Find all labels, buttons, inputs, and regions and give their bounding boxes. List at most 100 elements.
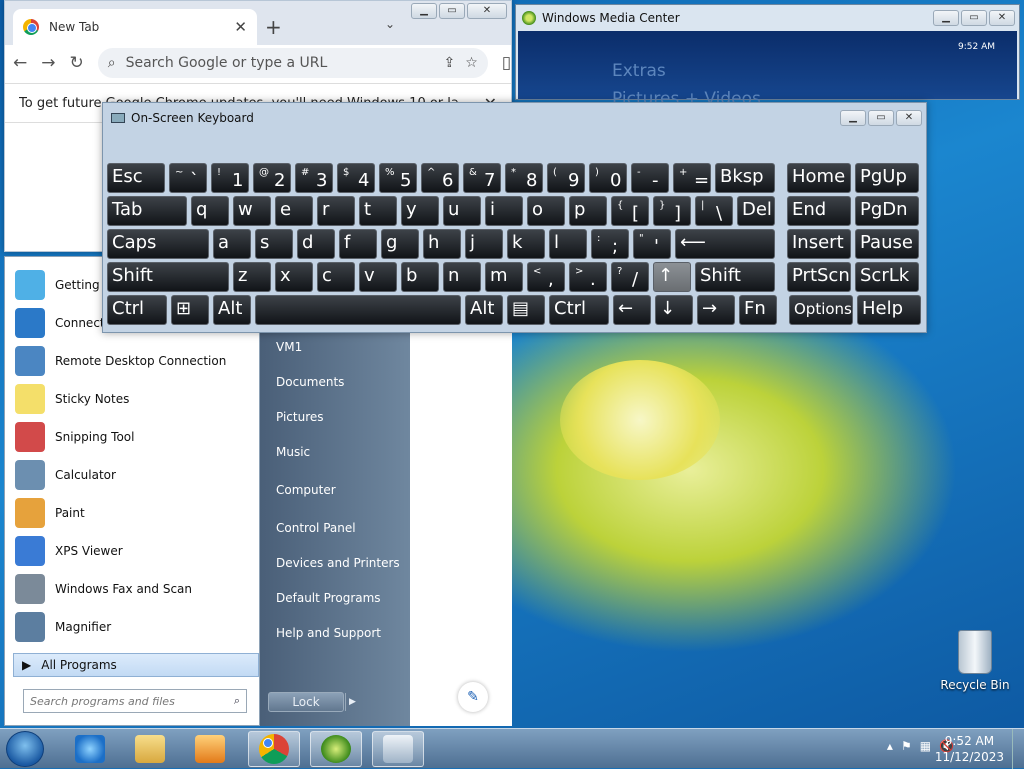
osk-key[interactable]: ▤ xyxy=(507,295,545,325)
start-right-item[interactable]: Control Panel xyxy=(276,521,356,535)
bookmark-star-icon[interactable]: ☆ xyxy=(465,55,478,71)
osk-key[interactable]: Help xyxy=(857,295,921,325)
osk-key[interactable]: f xyxy=(339,229,377,259)
osk-key[interactable]: v xyxy=(359,262,397,292)
action-center-icon[interactable]: ⚑ xyxy=(901,739,912,753)
osk-key[interactable]: PgDn xyxy=(855,196,919,226)
maximize-button[interactable]: ▭ xyxy=(868,110,894,126)
tab-search-icon[interactable]: ⌄ xyxy=(385,17,395,31)
start-program-item[interactable]: Sticky Notes xyxy=(15,381,129,417)
osk-key[interactable]: ⊞ xyxy=(171,295,209,325)
taskbar-osk[interactable] xyxy=(372,731,424,767)
osk-key[interactable]: -- xyxy=(631,163,669,193)
osk-key[interactable]: g xyxy=(381,229,419,259)
close-button[interactable]: ✕ xyxy=(989,10,1015,26)
osk-key[interactable]: & 7 xyxy=(463,163,501,193)
osk-key[interactable]: s xyxy=(255,229,293,259)
osk-key[interactable]: y xyxy=(401,196,439,226)
osk-key[interactable]: % 5 xyxy=(379,163,417,193)
start-program-item[interactable]: Magnifier xyxy=(15,609,111,645)
osk-key[interactable]: + = xyxy=(673,163,711,193)
osk-key[interactable]: Options xyxy=(789,295,853,325)
osk-key[interactable]: h xyxy=(423,229,461,259)
osk-key[interactable]: q xyxy=(191,196,229,226)
osk-key[interactable]: Pause xyxy=(855,229,919,259)
start-program-item[interactable]: Snipping Tool xyxy=(15,419,134,455)
shutdown-options-arrow-icon[interactable]: ▶ xyxy=(345,693,359,711)
osk-key[interactable]: Bksp xyxy=(715,163,775,193)
osk-key[interactable]: ← xyxy=(613,295,651,325)
osk-key[interactable]: Esc xyxy=(107,163,165,193)
start-program-item[interactable]: XPS Viewer xyxy=(15,533,123,569)
close-button[interactable]: ✕ xyxy=(896,110,922,126)
osk-key[interactable]: c xyxy=(317,262,355,292)
forward-icon[interactable]: → xyxy=(41,53,55,73)
osk-key[interactable]: a xyxy=(213,229,251,259)
start-right-item[interactable]: Music xyxy=(276,445,310,459)
taskbar-ie[interactable] xyxy=(64,731,116,767)
start-right-item[interactable]: Pictures xyxy=(276,410,324,424)
network-icon[interactable]: ▦ xyxy=(920,739,931,753)
osk-key[interactable]: ScrLk xyxy=(855,262,919,292)
start-right-item[interactable]: VM1 xyxy=(276,340,302,354)
back-icon[interactable]: ← xyxy=(13,53,27,73)
osk-key[interactable]: ↓ xyxy=(655,295,693,325)
osk-key[interactable]: x xyxy=(275,262,313,292)
start-right-item[interactable]: Computer xyxy=(276,483,336,497)
osk-key[interactable]: ↑ xyxy=(653,262,691,292)
osk-key[interactable]: n xyxy=(443,262,481,292)
osk-key[interactable]: Shift xyxy=(695,262,775,292)
osk-key[interactable]: @2 xyxy=(253,163,291,193)
lock-button[interactable]: Lock ▶ xyxy=(268,692,356,712)
osk-key[interactable]: Tab xyxy=(107,196,187,226)
osk-key[interactable]: End xyxy=(787,196,851,226)
osk-key[interactable]: t xyxy=(359,196,397,226)
osk-key[interactable]: ^ 6 xyxy=(421,163,459,193)
osk-key[interactable]: " ' xyxy=(633,229,671,259)
osk-key[interactable]: b xyxy=(401,262,439,292)
osk-key[interactable]: Caps xyxy=(107,229,209,259)
osk-key[interactable]: → xyxy=(697,295,735,325)
osk-key[interactable]: #3 xyxy=(295,163,333,193)
osk-key[interactable]: $4 xyxy=(337,163,375,193)
osk-key[interactable]: z xyxy=(233,262,271,292)
osk-key[interactable]: }] xyxy=(653,196,691,226)
tab-new-tab[interactable]: New Tab ✕ xyxy=(13,9,257,45)
side-panel-icon[interactable]: ▯ xyxy=(502,53,511,73)
all-programs-button[interactable]: ▶ All Programs xyxy=(13,653,259,677)
start-search-input[interactable]: Search programs and files ⌕ xyxy=(23,689,247,713)
osk-key[interactable]: Ctrl xyxy=(107,295,167,325)
osk-key[interactable]: :; xyxy=(591,229,629,259)
osk-key[interactable]: <, xyxy=(527,262,565,292)
taskbar-explorer[interactable] xyxy=(124,731,176,767)
osk-key[interactable]: i xyxy=(485,196,523,226)
maximize-button[interactable]: ▭ xyxy=(439,3,465,19)
taskbar-chrome[interactable] xyxy=(248,731,300,767)
osk-key[interactable] xyxy=(255,295,461,325)
osk-key[interactable]: Alt xyxy=(465,295,503,325)
omnibox[interactable]: ⌕ Search Google or type a URL ⇪ ☆ xyxy=(97,48,488,78)
osk-key[interactable]: k xyxy=(507,229,545,259)
osk-key[interactable]: Home xyxy=(787,163,851,193)
osk-key[interactable]: ~ ` xyxy=(169,163,207,193)
menu-extras[interactable]: Extras xyxy=(612,61,666,81)
maximize-button[interactable]: ▭ xyxy=(961,10,987,26)
osk-key[interactable]: l xyxy=(549,229,587,259)
osk-key[interactable]: >. xyxy=(569,262,607,292)
osk-key[interactable]: (9 xyxy=(547,163,585,193)
start-program-item[interactable]: Windows Fax and Scan xyxy=(15,571,192,607)
osk-key[interactable]: * 8 xyxy=(505,163,543,193)
osk-key[interactable]: ! 1 xyxy=(211,163,249,193)
start-right-item[interactable]: Devices and Printers xyxy=(276,556,400,570)
share-icon[interactable]: ⇪ xyxy=(443,55,455,71)
osk-key[interactable]: e xyxy=(275,196,313,226)
recycle-bin[interactable]: Recycle Bin xyxy=(940,630,1010,692)
start-program-item[interactable]: Calculator xyxy=(15,457,116,493)
osk-key[interactable]: Shift xyxy=(107,262,229,292)
new-tab-button[interactable]: + xyxy=(265,15,282,39)
osk-key[interactable]: j xyxy=(465,229,503,259)
show-hidden-icons[interactable]: ▴ xyxy=(887,739,893,753)
osk-key[interactable]: | \ xyxy=(695,196,733,226)
taskbar-media-center[interactable] xyxy=(310,731,362,767)
start-program-item[interactable]: Paint xyxy=(15,495,85,531)
